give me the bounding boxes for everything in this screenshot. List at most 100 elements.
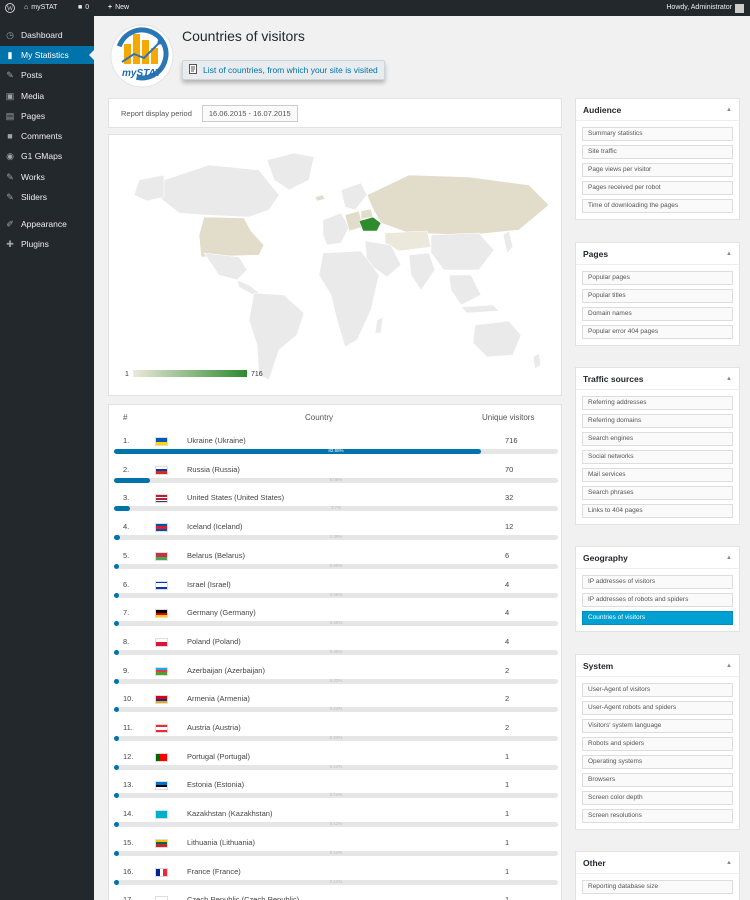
report-link[interactable]: Pages received per robot [582,181,733,195]
widget-header[interactable]: Other ▲ [576,852,739,874]
share-bar: 0.12% [114,879,558,885]
report-link[interactable]: Mail services [582,468,733,482]
country-name[interactable]: Ukraine (Ukraine) [187,436,246,445]
country-flag-icon [155,781,168,791]
table-row: 2. Russia (Russia) 70 8.08% [109,462,561,490]
country-name[interactable]: Belarus (Belarus) [187,551,245,560]
report-link[interactable]: IP addresses of visitors [582,575,733,589]
column-header-visitors[interactable]: Unique visitors [482,413,534,422]
country-name[interactable]: United States (United States) [187,493,284,502]
admin-sidebar: ◷ Dashboard ▮ My Statistics ✎ Posts ▣ Media ▤ Pag… [0,16,94,900]
statistics-icon: ▮ [7,50,13,60]
column-header-number[interactable]: # [123,413,127,422]
report-period-selector[interactable]: 16.06.2015 - 16.07.2015 [201,104,298,122]
share-bar: 8.08% [114,477,558,483]
sidebar-item-my-statistics[interactable]: ▮ My Statistics [0,46,94,64]
collapse-arrow-icon[interactable]: ▲ [726,251,732,257]
country-name[interactable]: Russia (Russia) [187,465,240,474]
wordpress-logo-icon[interactable]: W [5,0,15,16]
sidebar-item-media[interactable]: ▣ Media [0,87,94,105]
widget-header[interactable]: Geography ▲ [576,547,739,569]
table-row: 1. Ukraine (Ukraine) 716 82.68% [109,433,561,461]
sidebar-item-dashboard[interactable]: ◷ Dashboard [0,26,94,44]
share-percentage: 0.46% [329,591,343,597]
country-name[interactable]: Lithuania (Lithuania) [187,838,255,847]
share-percentage: 0.46% [329,648,343,654]
report-link[interactable]: Site traffic [582,145,733,159]
report-link[interactable]: Reporting database size [582,880,733,894]
sidebar-item-comments[interactable]: ■ Comments [0,127,94,145]
report-link[interactable]: Screen color depth [582,791,733,805]
sidebar-item-pages[interactable]: ▤ Pages [0,107,94,125]
widget-header[interactable]: Audience ▲ [576,99,739,121]
dashboard-icon: ◷ [6,30,14,40]
widget-header[interactable]: Pages ▲ [576,243,739,265]
country-flag-icon [155,695,168,705]
share-bar: 1.39% [114,534,558,541]
sidebar-item-posts[interactable]: ✎ Posts [0,66,94,84]
report-link[interactable]: Search phrases [582,486,733,500]
country-name[interactable]: Austria (Austria) [187,723,241,732]
report-link[interactable]: Referring addresses [582,396,733,410]
report-link[interactable]: User-Agent robots and spiders [582,701,733,715]
country-name[interactable]: Israel (Israel) [187,580,231,589]
country-name[interactable]: Germany (Germany) [187,608,256,617]
country-name[interactable]: Azerbaijan (Azerbaijan) [187,666,265,675]
country-name[interactable]: Kazakhstan (Kazakhstan) [187,809,272,818]
country-name[interactable]: Portugal (Portugal) [187,752,250,761]
report-link[interactable]: Browsers [582,773,733,787]
column-header-country[interactable]: Country [305,413,333,422]
world-map[interactable]: 1 716 [109,135,561,395]
account-menu[interactable]: Howdy, Administrator [666,0,744,16]
comments-link[interactable]: ■ 0 [78,0,89,16]
report-link[interactable]: Page views per visitor [582,163,733,177]
report-link[interactable]: IP addresses of robots and spiders [582,593,733,607]
report-link[interactable]: Referring domains [582,414,733,428]
country-flag-icon [155,437,168,446]
sidebar-item-label: Sliders [21,192,47,202]
report-link[interactable]: Popular error 404 pages [582,325,733,339]
widget-header[interactable]: Traffic sources ▲ [576,368,739,390]
country-name[interactable]: Iceland (Iceland) [187,522,242,531]
report-link[interactable]: Operating systems [582,755,733,769]
page-description-button[interactable]: List of countries, from which your site … [182,60,385,80]
report-link[interactable]: Summary statistics [582,127,733,141]
report-link[interactable]: Screen resolutions [582,809,733,823]
report-link[interactable]: Popular titles [582,289,733,303]
collapse-arrow-icon[interactable]: ▲ [726,376,732,382]
site-name-link[interactable]: ⌂ mySTAT [24,0,57,16]
country-name[interactable]: Armenia (Armenia) [187,694,250,703]
countries-table: # Country Unique visitors 1. Ukraine (Ukr… [108,404,562,900]
collapse-arrow-icon[interactable]: ▲ [726,663,732,669]
report-link[interactable]: Robots and spiders [582,737,733,751]
sidebar-item-g1-gmaps[interactable]: ◉ G1 GMaps [0,147,94,165]
country-name[interactable]: France (France) [187,867,241,876]
new-content-link[interactable]: + New [108,0,129,16]
report-link[interactable]: Search engines [582,432,733,446]
report-link[interactable]: Popular pages [582,271,733,285]
report-link[interactable]: Domain names [582,307,733,321]
report-link[interactable]: Time of downloading the pages [582,199,733,213]
sidebar-item-sliders[interactable]: ✎ Sliders [0,188,94,206]
sidebar-item-plugins[interactable]: ✚ Plugins [0,235,94,253]
share-percentage: 1.39% [329,534,343,540]
report-link[interactable]: Visitors' system language [582,719,733,733]
report-link[interactable]: Countries of visitors [582,611,733,625]
report-link[interactable]: Links to 404 pages [582,504,733,518]
country-name[interactable]: Poland (Poland) [187,637,241,646]
sidebar-item-works[interactable]: ✎ Works [0,168,94,186]
map-india [408,252,436,291]
report-link[interactable]: Social networks [582,450,733,464]
country-name[interactable]: Estonia (Estonia) [187,780,244,789]
report-link[interactable]: User-Agent of visitors [582,683,733,697]
share-percentage: 3.7% [330,505,342,511]
sidebar-item-appearance[interactable]: ✐ Appearance [0,215,94,233]
page-icon: ▤ [5,111,15,121]
collapse-arrow-icon[interactable]: ▲ [726,555,732,561]
country-name[interactable]: Czech Republic (Czech Republic) [187,895,299,900]
collapse-arrow-icon[interactable]: ▲ [726,860,732,866]
collapse-arrow-icon[interactable]: ▲ [726,107,732,113]
map-canada [158,164,280,218]
widget-header[interactable]: System ▲ [576,655,739,677]
share-percentage: 0.12% [329,792,343,798]
